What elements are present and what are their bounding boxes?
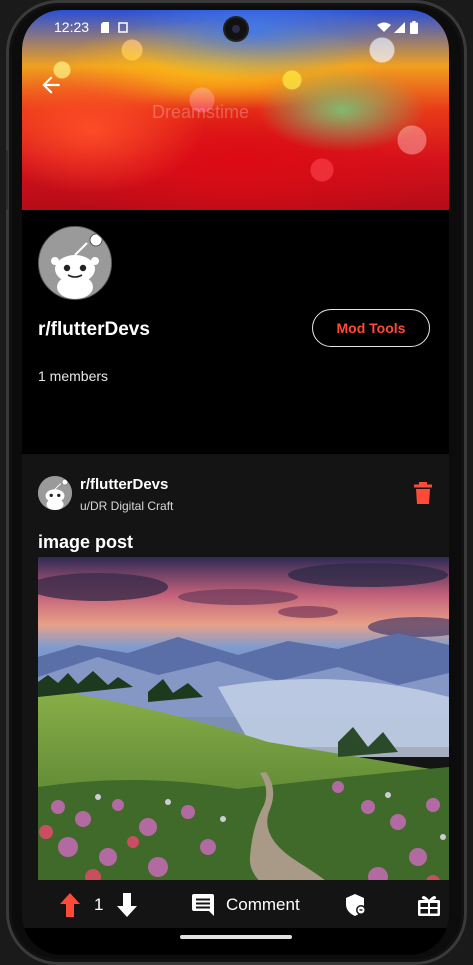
post-community-avatar[interactable] — [38, 476, 72, 510]
mod-action-button[interactable] — [346, 892, 366, 918]
post-action-bar: 1 Comment — [22, 880, 449, 928]
snoo-avatar-icon — [39, 227, 111, 299]
vote-controls: 1 — [60, 892, 138, 918]
downvote-arrow-icon[interactable] — [117, 893, 138, 917]
gift-icon — [418, 896, 440, 916]
screenshot-icon — [118, 22, 128, 33]
volume-button — [6, 150, 8, 210]
post-author[interactable]: u/DR Digital Craft — [80, 499, 173, 513]
community-header: r/flutterDevs Mod Tools 1 members — [22, 210, 449, 454]
screen: Dreamstime 12:23 r/flutterDevs Mod Tools… — [22, 10, 449, 955]
banner-watermark: Dreamstime — [152, 102, 250, 122]
battery-icon — [410, 21, 418, 34]
snoo-avatar-icon — [38, 476, 72, 510]
back-arrow-icon[interactable] — [38, 72, 64, 98]
mod-shield-icon — [346, 894, 366, 916]
post-image[interactable] — [38, 557, 449, 894]
mod-tools-button[interactable]: Mod Tools — [312, 309, 430, 347]
comment-button[interactable]: Comment — [192, 892, 300, 918]
trash-icon[interactable] — [414, 482, 432, 504]
wifi-icon — [377, 22, 391, 32]
status-time: 12:23 — [54, 19, 90, 35]
upvote-arrow-icon[interactable] — [60, 893, 80, 917]
home-indicator[interactable] — [180, 935, 292, 939]
comment-icon — [192, 894, 214, 916]
community-name: r/flutterDevs — [38, 319, 150, 340]
phone-frame: Dreamstime 12:23 r/flutterDevs Mod Tools… — [6, 0, 467, 965]
post-card[interactable]: r/flutterDevs u/DR Digital Craft image p… — [22, 454, 449, 894]
front-camera — [225, 18, 247, 40]
comment-label: Comment — [226, 895, 300, 914]
vote-count: 1 — [94, 895, 104, 914]
member-count: 1 members — [38, 368, 109, 384]
post-community-name[interactable]: r/flutterDevs — [80, 476, 168, 493]
landscape-image — [38, 557, 449, 894]
award-button[interactable] — [418, 892, 440, 918]
sim-card-icon — [101, 22, 109, 33]
community-avatar[interactable] — [38, 226, 112, 300]
post-title: image post — [38, 532, 134, 552]
signal-icon — [394, 22, 405, 33]
